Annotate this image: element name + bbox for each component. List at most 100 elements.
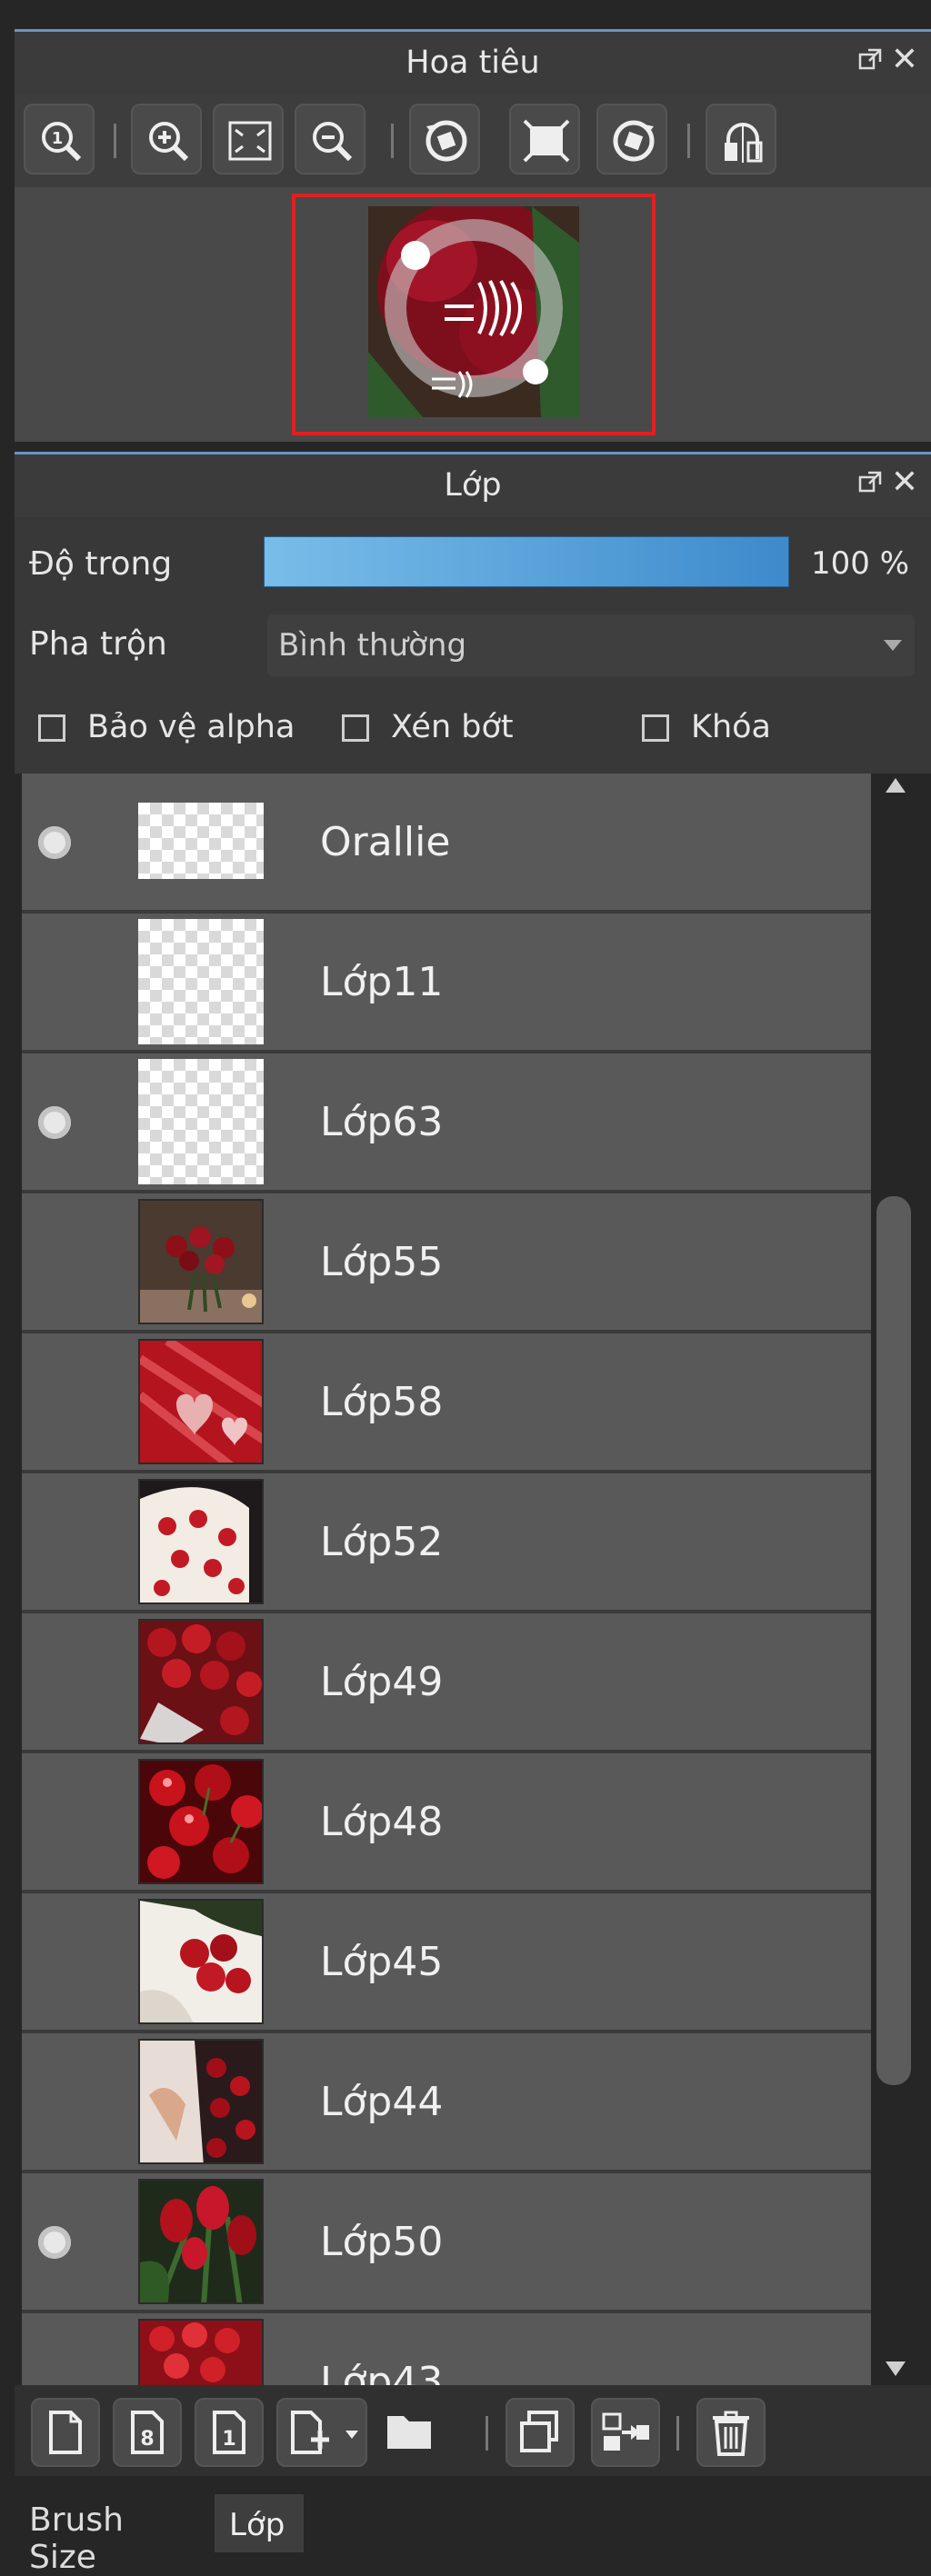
svg-text:1: 1 (52, 129, 64, 148)
visibility-toggle[interactable] (38, 2226, 71, 2259)
close-icon[interactable]: ✕ (891, 464, 918, 501)
layer-name: Lớp49 (320, 1659, 444, 1705)
fit-window-icon (523, 119, 570, 163)
zoom-out-button[interactable] (295, 104, 365, 175)
layer-name: Lớp55 (320, 1239, 444, 1285)
clipping-label: Xén bớt (391, 709, 514, 745)
dock-tabs: Brush Size Lớp (0, 2476, 931, 2576)
protect-alpha-checkbox[interactable] (38, 714, 65, 742)
layer-row[interactable]: Lớp45 (22, 1893, 871, 2033)
lock-checkbox[interactable] (642, 714, 669, 742)
new-8bit-layer-button[interactable]: 8 (113, 2398, 182, 2467)
layer-name: Orallie (320, 819, 451, 865)
layer-thumbnail (138, 919, 264, 1044)
chevron-down-icon (884, 640, 902, 651)
layer-row[interactable]: Lớp48 (22, 1753, 871, 1893)
layer-row[interactable]: Lớp49 (22, 1613, 871, 1753)
blend-mode-select[interactable]: Bình thường (267, 614, 915, 676)
zoom-reset-button[interactable]: 1 (24, 104, 95, 175)
visibility-toggle[interactable] (38, 826, 71, 859)
layer-name: Lớp48 (320, 1799, 444, 1845)
delete-layer-button[interactable] (696, 2398, 766, 2467)
popout-icon[interactable] (858, 471, 882, 494)
svg-text:1: 1 (222, 2428, 235, 2451)
add-layer-menu-icon (291, 2411, 329, 2454)
clipping-checkbox[interactable] (342, 714, 369, 742)
scroll-down-arrow-icon[interactable] (886, 2361, 906, 2376)
scroll-up-arrow-icon[interactable] (886, 778, 906, 793)
layer-thumbnail (138, 2319, 264, 2385)
layer-name: Lớp52 (320, 1519, 444, 1565)
layer-row[interactable]: Lớp63 (22, 1053, 871, 1193)
navigator-viewport-frame[interactable] (292, 194, 656, 435)
layer-thumbnail (138, 1339, 264, 1464)
flip-horizontal-button[interactable] (706, 104, 776, 175)
layer-row[interactable]: Lớp43 (22, 2313, 871, 2385)
layer-thumbnail (138, 2179, 264, 2304)
new-1bit-layer-button[interactable]: 1 (195, 2398, 264, 2467)
rotate-right-button[interactable] (596, 104, 667, 175)
toolbar-separator (676, 2416, 679, 2451)
layer-name: Lớp11 (320, 959, 444, 1005)
layer-row[interactable]: Lớp44 (22, 2033, 871, 2173)
layer-row[interactable]: Lớp52 (22, 1473, 871, 1613)
new-8bit-layer-icon: 8 (131, 2411, 164, 2454)
layer-row[interactable]: Lớp55 (22, 1193, 871, 1333)
toolbar-separator (391, 124, 394, 158)
layer-row[interactable]: Lớp58 (22, 1333, 871, 1473)
add-layer-menu-button[interactable] (276, 2398, 367, 2467)
blend-mode-label: Pha trộn (29, 625, 167, 663)
duplicate-layer-icon (520, 2411, 558, 2452)
protect-alpha-label: Bảo vệ alpha (87, 709, 295, 745)
delete-layer-icon (713, 2411, 749, 2456)
merge-down-icon (602, 2412, 649, 2451)
layer-thumbnail (138, 1199, 264, 1324)
flip-horizontal-icon (725, 123, 763, 163)
opacity-label: Độ trong (29, 545, 173, 583)
tab-brush-size[interactable]: Brush Size (15, 2489, 213, 2576)
rotate-left-button[interactable] (409, 104, 480, 175)
layer-name: Lớp58 (320, 1379, 444, 1425)
popout-icon[interactable] (858, 48, 882, 72)
layer-row[interactable]: Lớp50 (22, 2173, 871, 2313)
layer-name: Lớp43 (320, 2359, 444, 2385)
opacity-value: 100 % (811, 545, 910, 582)
fit-screen-icon (228, 121, 272, 161)
layer-thumbnail (138, 1059, 264, 1184)
navigator-preview[interactable] (15, 187, 931, 442)
new-folder-button[interactable] (376, 2398, 449, 2467)
chevron-down-icon (345, 2431, 358, 2439)
layer-row[interactable]: Lớp11 (22, 914, 871, 1053)
rotate-left-icon (425, 120, 467, 162)
fit-screen-button[interactable] (213, 104, 284, 175)
rotate-right-icon (613, 120, 655, 162)
tab-layers[interactable]: Lớp (215, 2494, 304, 2552)
layer-thumbnail (138, 1479, 264, 1604)
layer-row[interactable]: Orallie (22, 774, 871, 914)
new-layer-button[interactable] (31, 2398, 100, 2467)
layer-thumbnail (138, 803, 264, 879)
new-1bit-layer-icon: 1 (213, 2411, 245, 2454)
merge-down-button[interactable] (591, 2398, 660, 2467)
new-layer-icon (49, 2411, 82, 2454)
visibility-toggle[interactable] (38, 1106, 71, 1139)
layer-name: Lớp50 (320, 2219, 444, 2265)
zoom-in-button[interactable] (131, 104, 202, 175)
new-folder-icon (387, 2416, 431, 2449)
toolbar-separator (687, 124, 690, 158)
lock-label: Khóa (691, 709, 771, 745)
opacity-slider[interactable] (264, 536, 789, 587)
zoom-in-icon (149, 122, 189, 162)
layers-bottom-toolbar: 8 1 (15, 2385, 931, 2476)
zoom-reset-icon: 1 (42, 122, 82, 162)
scrollbar-thumb[interactable] (876, 1196, 911, 2085)
duplicate-layer-button[interactable] (506, 2398, 575, 2467)
canvas-preview-image (368, 206, 579, 417)
svg-text:8: 8 (140, 2428, 154, 2451)
fit-window-button[interactable] (509, 104, 580, 175)
layer-thumbnail (138, 1619, 264, 1744)
layer-thumbnail (138, 1899, 264, 2024)
close-icon[interactable]: ✕ (891, 41, 918, 78)
navigator-title: Hoa tiêu (405, 45, 540, 81)
layer-name: Lớp45 (320, 1939, 444, 1985)
